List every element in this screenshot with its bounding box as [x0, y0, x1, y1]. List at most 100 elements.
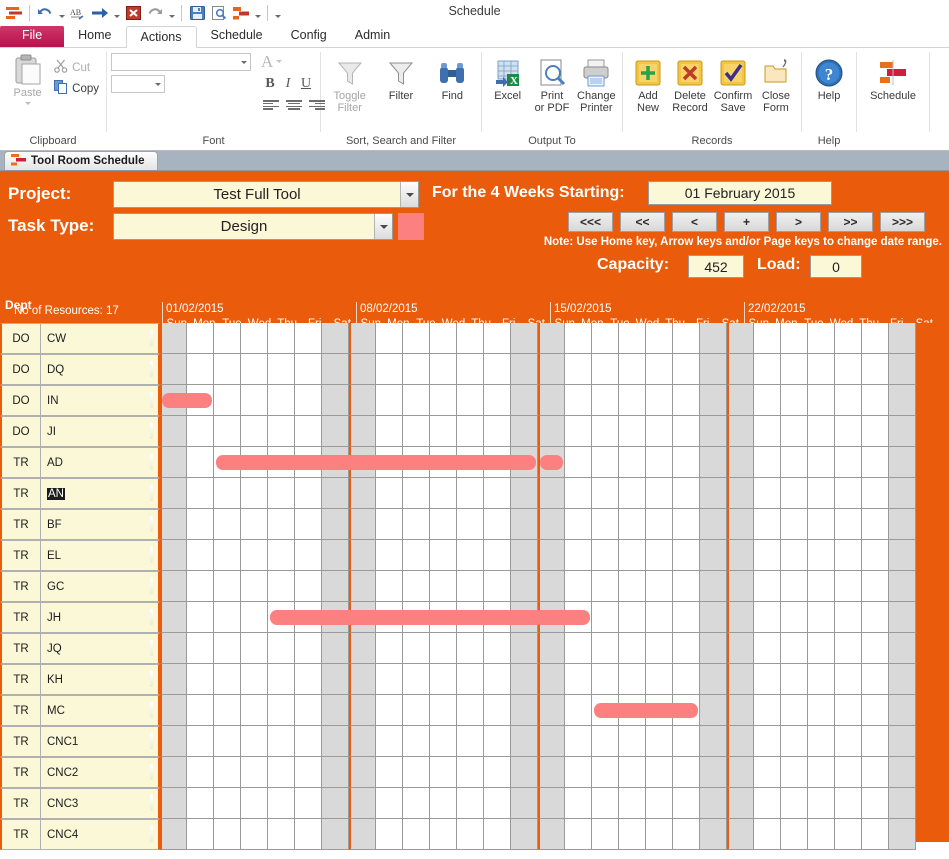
day-cell[interactable] — [808, 633, 835, 664]
day-cell[interactable] — [430, 478, 457, 509]
day-cell[interactable] — [781, 726, 808, 757]
day-cell[interactable] — [808, 354, 835, 385]
redo-dropdown-icon[interactable] — [167, 3, 176, 23]
day-cell[interactable] — [511, 819, 538, 850]
day-cell[interactable] — [835, 323, 862, 354]
day-cell[interactable] — [619, 664, 646, 695]
day-cell[interactable] — [727, 323, 754, 354]
day-cell[interactable] — [457, 788, 484, 819]
nav-fwd-3-button[interactable]: >>> — [880, 212, 925, 232]
day-cell[interactable] — [160, 509, 187, 540]
day-cell[interactable] — [808, 726, 835, 757]
cut-button[interactable]: Cut — [51, 57, 102, 78]
day-cell[interactable] — [457, 323, 484, 354]
day-cell[interactable] — [808, 416, 835, 447]
day-cell[interactable] — [457, 819, 484, 850]
day-cell[interactable] — [646, 385, 673, 416]
day-cell[interactable] — [727, 633, 754, 664]
tab-admin[interactable]: Admin — [341, 25, 404, 47]
day-cell[interactable] — [511, 633, 538, 664]
day-cell[interactable] — [754, 571, 781, 602]
day-cell[interactable] — [727, 819, 754, 850]
day-cell[interactable] — [430, 788, 457, 819]
day-cell[interactable] — [160, 633, 187, 664]
tab-home[interactable]: Home — [64, 25, 125, 47]
day-cell[interactable] — [673, 602, 700, 633]
day-cell[interactable] — [484, 695, 511, 726]
day-cell[interactable] — [754, 695, 781, 726]
day-cell[interactable] — [322, 323, 349, 354]
day-cell[interactable] — [727, 447, 754, 478]
day-cell[interactable] — [241, 478, 268, 509]
day-cell[interactable] — [754, 633, 781, 664]
day-cell[interactable] — [214, 788, 241, 819]
day-cell[interactable] — [889, 664, 916, 695]
find-button[interactable]: Find — [428, 54, 477, 102]
day-cell[interactable] — [241, 509, 268, 540]
schedule-dropdown-icon[interactable] — [253, 3, 262, 23]
tab-schedule[interactable]: Schedule — [197, 25, 277, 47]
add-new-button[interactable]: Add New — [627, 54, 669, 114]
day-cell[interactable] — [835, 819, 862, 850]
table-row[interactable]: TR BF — [0, 509, 949, 540]
day-cell[interactable] — [268, 571, 295, 602]
table-row[interactable]: TR JH — [0, 602, 949, 633]
day-cell[interactable] — [700, 385, 727, 416]
day-cell[interactable] — [295, 354, 322, 385]
day-cell[interactable] — [241, 354, 268, 385]
day-cell[interactable] — [295, 478, 322, 509]
day-cell[interactable] — [835, 385, 862, 416]
customize-qat-icon[interactable] — [273, 3, 282, 23]
copy-button[interactable]: Copy — [51, 78, 102, 99]
row-dept-cell[interactable]: TR — [0, 788, 40, 819]
day-cell[interactable] — [565, 354, 592, 385]
day-cell[interactable] — [754, 726, 781, 757]
day-cell[interactable] — [484, 788, 511, 819]
day-cell[interactable] — [754, 540, 781, 571]
day-cell[interactable] — [619, 416, 646, 447]
table-row[interactable]: DO CW — [0, 323, 949, 354]
day-cell[interactable] — [430, 695, 457, 726]
day-cell[interactable] — [376, 757, 403, 788]
day-cell[interactable] — [295, 540, 322, 571]
row-timeline[interactable] — [160, 447, 949, 478]
day-cell[interactable] — [349, 695, 376, 726]
day-cell[interactable] — [430, 633, 457, 664]
day-cell[interactable] — [727, 509, 754, 540]
day-cell[interactable] — [565, 726, 592, 757]
day-cell[interactable] — [862, 323, 889, 354]
day-cell[interactable] — [538, 416, 565, 447]
day-cell[interactable] — [646, 664, 673, 695]
print-preview-icon[interactable] — [209, 3, 229, 23]
day-cell[interactable] — [727, 757, 754, 788]
row-timeline[interactable] — [160, 354, 949, 385]
day-cell[interactable] — [403, 695, 430, 726]
day-cell[interactable] — [484, 323, 511, 354]
day-cell[interactable] — [295, 385, 322, 416]
day-cell[interactable] — [187, 571, 214, 602]
day-cell[interactable] — [268, 819, 295, 850]
day-cell[interactable] — [538, 819, 565, 850]
day-cell[interactable] — [889, 633, 916, 664]
day-cell[interactable] — [889, 540, 916, 571]
day-cell[interactable] — [376, 819, 403, 850]
day-cell[interactable] — [781, 695, 808, 726]
day-cell[interactable] — [511, 788, 538, 819]
day-cell[interactable] — [700, 416, 727, 447]
day-cell[interactable] — [538, 788, 565, 819]
day-cell[interactable] — [268, 695, 295, 726]
day-cell[interactable] — [538, 571, 565, 602]
day-cell[interactable] — [835, 633, 862, 664]
day-cell[interactable] — [565, 540, 592, 571]
day-cell[interactable] — [322, 633, 349, 664]
day-cell[interactable] — [403, 354, 430, 385]
day-cell[interactable] — [484, 726, 511, 757]
row-timeline[interactable] — [160, 819, 949, 850]
day-cell[interactable] — [673, 447, 700, 478]
day-cell[interactable] — [646, 819, 673, 850]
day-cell[interactable] — [646, 571, 673, 602]
day-cell[interactable] — [295, 571, 322, 602]
day-cell[interactable] — [673, 416, 700, 447]
day-cell[interactable] — [835, 757, 862, 788]
row-dept-cell[interactable]: TR — [0, 478, 40, 509]
